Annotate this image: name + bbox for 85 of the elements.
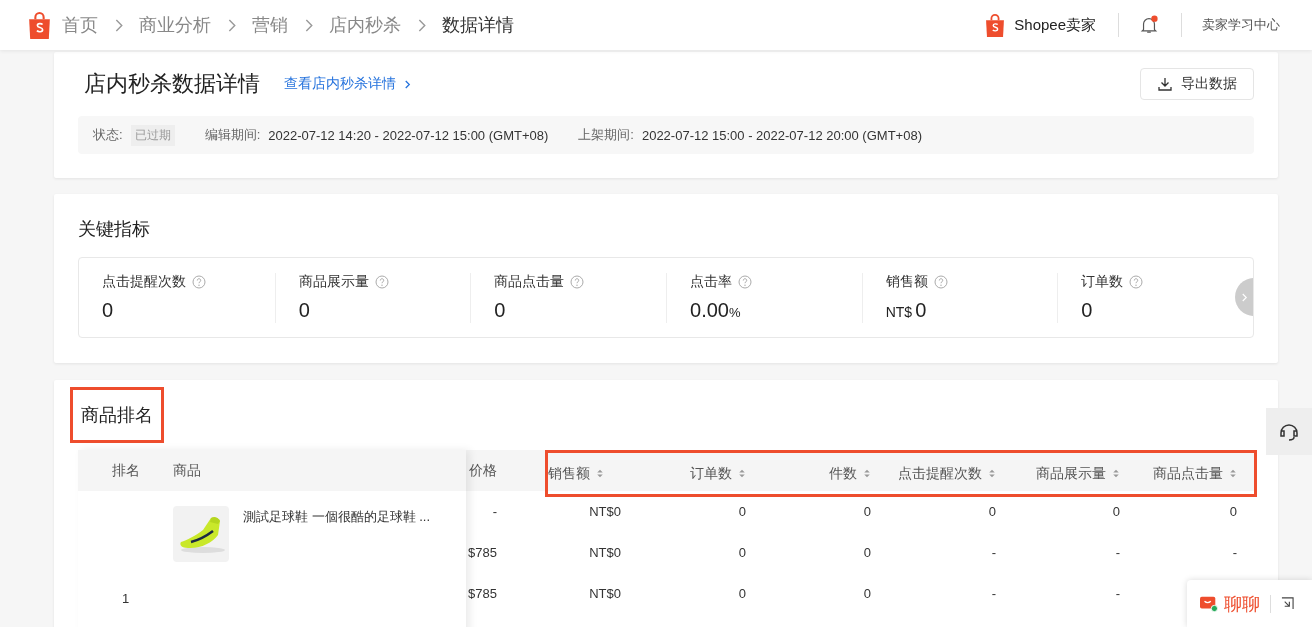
edit-period: 2022-07-12 14:20 - 2022-07-12 15:00 (GMT+08) [268, 127, 549, 143]
sort-icon[interactable] [738, 468, 746, 479]
column-header: 价格 [468, 461, 497, 480]
table-cell-text: - [491, 504, 497, 519]
table-cell-text: - [1114, 586, 1120, 601]
chevron-right-icon [114, 18, 123, 32]
download-icon[interactable] [1157, 76, 1173, 92]
sort-icon[interactable] [1112, 468, 1120, 479]
column-header: 排名 [110, 461, 141, 480]
shopping-bag-icon[interactable] [27, 10, 52, 40]
edit-period-label: 编辑期间: [204, 126, 261, 144]
table-cell-text: 0 [862, 586, 871, 601]
learning-center-link[interactable]: 卖家学习中心 [1202, 16, 1280, 34]
sortable-column-header[interactable]: 销售额 [548, 464, 621, 483]
table-cell-text: 0 [862, 545, 871, 560]
bell-icon[interactable] [1139, 15, 1159, 35]
breadcrumb-link[interactable]: 营销 [248, 13, 292, 37]
chevron-right-icon[interactable] [404, 78, 411, 90]
brand-name: Shopee卖家 [1014, 15, 1096, 35]
sortable-column-header[interactable]: 订单数 [621, 464, 746, 483]
table-cell-text: 0 [737, 504, 746, 519]
sort-icon[interactable] [863, 468, 871, 479]
metric-label: 点击率 [690, 272, 732, 291]
detail-link[interactable]: 查看店内秒杀详情 [284, 75, 411, 93]
section-title: 关键指标 [78, 218, 150, 241]
help-icon[interactable] [933, 274, 948, 289]
help-icon[interactable] [192, 274, 206, 289]
sort-icon[interactable] [596, 468, 604, 479]
metric-label: 商品点击量 [494, 272, 565, 291]
table-cell-text: - [990, 586, 996, 601]
metric-value: NT$0 [885, 298, 928, 322]
product-name[interactable]: 測試足球鞋 一個很酷的足球鞋 ... [243, 508, 431, 627]
help-icon[interactable] [374, 274, 389, 289]
chevron-right-icon [417, 18, 426, 32]
status-label: 状态: [93, 126, 123, 144]
status-tag: 已过期 [130, 124, 175, 146]
sortable-column-header[interactable]: 商品点击量 [1120, 464, 1237, 483]
support-tab[interactable] [1266, 408, 1312, 455]
table-cell-text: - [1114, 545, 1120, 560]
export-button[interactable]: 导出数据 [1140, 68, 1254, 100]
breadcrumb-link[interactable]: 商业分析 [135, 13, 215, 37]
metric-value: 0.00% [690, 298, 742, 322]
sort-icon[interactable] [1229, 468, 1237, 479]
metric-label: 订单数 [1081, 272, 1124, 291]
table-cell-text: 0 [737, 545, 746, 560]
table-cell-text: NT$0 [588, 545, 621, 560]
metric-label: 商品展示量 [298, 272, 369, 291]
metric-label: 点击提醒次数 [102, 272, 186, 291]
chat-icon[interactable] [1199, 594, 1219, 613]
sortable-column-header[interactable]: 件数 [746, 464, 871, 483]
metric-value: 0 [102, 298, 115, 322]
page-title: 店内秒杀数据详情 [84, 70, 260, 98]
help-icon[interactable] [738, 274, 752, 289]
breadcrumb-link[interactable]: 首页 [58, 13, 102, 37]
table-cell-text: - [990, 545, 996, 560]
expand-icon[interactable] [1281, 597, 1294, 610]
sortable-column-header[interactable]: 点击提醒次数 [871, 464, 996, 483]
table-cell-text: 0 [1111, 504, 1120, 519]
table-cell-text: 0 [987, 504, 996, 519]
metric-label: 销售额 [885, 272, 928, 291]
shopping-bag-icon [984, 12, 1007, 38]
table-cell-text: NT$0 [588, 586, 621, 601]
table-cell-text: 0 [737, 586, 746, 601]
column-header: 商品 [173, 461, 201, 480]
table-cell-text: - [1231, 545, 1237, 560]
metric-value: 0 [494, 298, 507, 322]
chevron-right-icon [304, 18, 313, 32]
rank-cell-text: 1 [120, 590, 131, 608]
sortable-column-header[interactable]: 商品展示量 [996, 464, 1120, 483]
metric-value: 0 [1081, 298, 1094, 322]
help-icon[interactable] [570, 274, 585, 289]
breadcrumb-link[interactable]: 店内秒杀 [325, 13, 405, 37]
chevron-right-icon [227, 18, 236, 32]
sort-icon[interactable] [988, 468, 996, 479]
table-cell-text: $785 [467, 586, 497, 601]
metric-value: 0 [298, 298, 311, 322]
table-cell-text: 0 [1228, 504, 1237, 519]
listing-period-label: 上架期间: [578, 126, 634, 144]
chat-label[interactable]: 聊聊 [1224, 591, 1260, 616]
listing-period: 2022-07-12 15:00 - 2022-07-12 20:00 (GMT+08) [641, 127, 922, 143]
table-cell-text: 0 [862, 504, 871, 519]
table-cell-text: NT$0 [588, 504, 621, 519]
table-cell-text: $785 [467, 545, 497, 560]
section-title: 商品排名 [70, 387, 164, 443]
help-icon[interactable] [1129, 274, 1144, 289]
